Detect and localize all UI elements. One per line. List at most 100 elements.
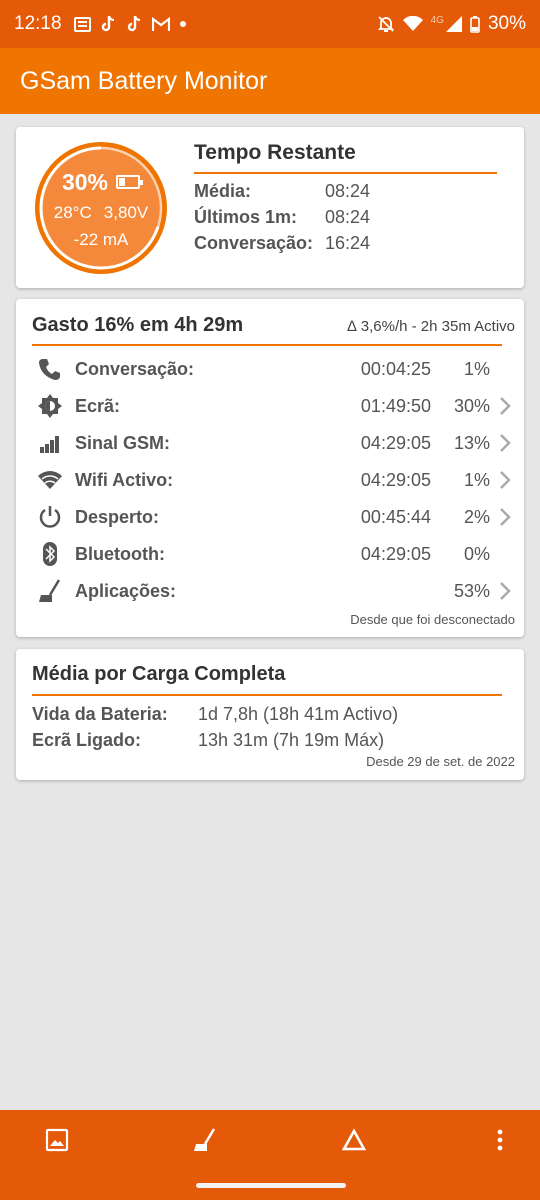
usage-percent: 0% <box>463 543 490 564</box>
full-charge-row: Vida da Bateria: 1d 7,8h (18h 41m Activo… <box>32 704 398 725</box>
usage-label: Desperto: <box>75 506 160 527</box>
phone-icon <box>37 356 63 382</box>
usage-time: 00:04:25 <box>360 358 431 379</box>
row-value: 16:24 <box>325 233 371 253</box>
battery-icon <box>470 15 480 33</box>
divider <box>32 694 502 696</box>
row-label: Vida da Bateria: <box>32 704 168 724</box>
app-bar: GSam Battery Monitor <box>0 48 540 114</box>
row-label: Ecrã Ligado: <box>32 730 142 750</box>
usage-time: 01:49:50 <box>360 395 431 416</box>
usage-time: 04:29:05 <box>360 469 431 490</box>
overflow-menu-button[interactable] <box>485 1125 515 1155</box>
usage-row-apps[interactable]: Aplicações: 53% <box>16 574 524 608</box>
battery-gauge[interactable]: 30% 28°C 3,80V -22 mA <box>31 138 171 278</box>
row-value: 08:24 <box>325 181 371 201</box>
chevron-right-icon[interactable] <box>496 578 514 604</box>
gauge-current: -22 mA <box>73 229 129 249</box>
delta-icon <box>342 1128 366 1151</box>
usage-rate: ∆ 3,6%/h - 2h 35m Activo <box>347 318 515 335</box>
chevron-right-icon[interactable] <box>496 393 514 419</box>
time-remaining-row: Conversação: 16:24 <box>194 233 370 254</box>
chevron-right-icon[interactable] <box>496 430 514 456</box>
battery-percent: 30% <box>487 13 526 34</box>
usage-percent: 53% <box>453 580 490 601</box>
bluetooth-icon <box>37 541 63 567</box>
usage-percent: 2% <box>463 506 490 527</box>
wifi-icon <box>402 16 423 31</box>
divider <box>194 172 497 174</box>
broom-icon <box>37 578 63 604</box>
system-icons: 4G 30% <box>377 13 526 35</box>
app-title: GSam Battery Monitor <box>20 66 268 95</box>
row-label: Conversação: <box>194 233 314 253</box>
news-icon <box>73 16 91 32</box>
full-charge-title: Média por Carga Completa <box>32 663 286 685</box>
image-icon <box>45 1128 69 1152</box>
gmail-icon <box>151 16 170 31</box>
full-charge-card: Média por Carga Completa Vida da Bateria… <box>16 649 524 780</box>
usage-time: 00:45:44 <box>360 506 431 527</box>
row-value: 1d 7,8h (18h 41m Activo) <box>198 704 399 724</box>
time-remaining-row: Média: 08:24 <box>194 181 370 202</box>
wifi-icon <box>37 467 63 493</box>
bottom-toolbar <box>0 1110 540 1170</box>
usage-time: 04:29:05 <box>360 432 431 453</box>
usage-label: Wifi Activo: <box>75 469 174 490</box>
usage-card: Gasto 16% em 4h 29m ∆ 3,6%/h - 2h 35m Ac… <box>16 299 524 637</box>
gauge-percent: 30% <box>61 168 109 195</box>
gauge-temperature: 28°C <box>53 202 92 222</box>
divider <box>32 344 502 346</box>
usage-percent: 1% <box>463 358 490 379</box>
row-label: Média: <box>194 181 252 201</box>
signal-icon <box>37 430 63 456</box>
tiktok-icon <box>101 15 114 32</box>
more-notifications-dot-icon <box>179 21 186 27</box>
usage-label: Aplicações: <box>75 580 177 601</box>
cell-signal-icon <box>445 16 462 32</box>
battery-level-icon <box>116 175 144 189</box>
battery-summary-card[interactable]: 30% 28°C 3,80V -22 mA Tempo Restante Méd… <box>16 127 524 288</box>
usage-row-awake[interactable]: Desperto: 00:45:44 2% <box>16 500 524 534</box>
usage-row-screen[interactable]: Ecrã: 01:49:50 30% <box>16 389 524 423</box>
usage-percent: 30% <box>453 395 490 416</box>
notification-icons <box>73 15 187 33</box>
time-remaining-title: Tempo Restante <box>194 141 356 164</box>
broom-icon <box>194 1128 216 1151</box>
row-value: 08:24 <box>325 207 371 227</box>
status-time: 12:18 <box>14 13 62 34</box>
usage-label: Bluetooth: <box>75 543 165 564</box>
power-icon <box>37 504 63 530</box>
more-vert-icon <box>497 1129 503 1151</box>
screen-icon <box>37 393 63 419</box>
usage-row-wifi[interactable]: Wifi Activo: 04:29:05 1% <box>16 463 524 497</box>
usage-percent: 1% <box>463 469 490 490</box>
usage-row-signal[interactable]: Sinal GSM: 04:29:05 13% <box>16 426 524 460</box>
usage-row-conversation[interactable]: Conversação: 00:04:25 1% <box>16 352 524 386</box>
screenshot-button[interactable] <box>42 1125 72 1155</box>
system-nav-bar <box>0 1170 540 1200</box>
home-gesture-handle[interactable] <box>196 1183 346 1188</box>
chevron-right-icon[interactable] <box>496 504 514 530</box>
network-type: 4G <box>430 14 444 26</box>
delta-button[interactable] <box>339 1125 369 1155</box>
status-bar: 12:18 4G 30% <box>0 0 540 48</box>
usage-label: Sinal GSM: <box>75 432 171 453</box>
tiktok-icon <box>127 15 140 32</box>
row-value: 13h 31m (7h 19m Máx) <box>198 730 385 750</box>
usage-footer: Desde que foi desconectado <box>350 612 515 627</box>
notifications-muted-icon <box>377 16 394 32</box>
usage-time: 04:29:05 <box>360 543 431 564</box>
app-cleanup-button[interactable] <box>190 1125 220 1155</box>
full-charge-row: Ecrã Ligado: 13h 31m (7h 19m Máx) <box>32 730 384 751</box>
usage-label: Ecrã: <box>75 395 121 416</box>
usage-label: Conversação: <box>75 358 195 379</box>
usage-row-bluetooth[interactable]: Bluetooth: 04:29:05 0% <box>16 537 524 571</box>
row-label: Últimos 1m: <box>194 207 298 227</box>
full-charge-footer: Desde 29 de set. de 2022 <box>366 754 515 769</box>
time-remaining-row: Últimos 1m: 08:24 <box>194 207 370 228</box>
usage-title: Gasto 16% em 4h 29m <box>32 314 244 336</box>
gauge-voltage: 3,80V <box>103 202 149 222</box>
chevron-right-icon[interactable] <box>496 467 514 493</box>
usage-percent: 13% <box>453 432 490 453</box>
